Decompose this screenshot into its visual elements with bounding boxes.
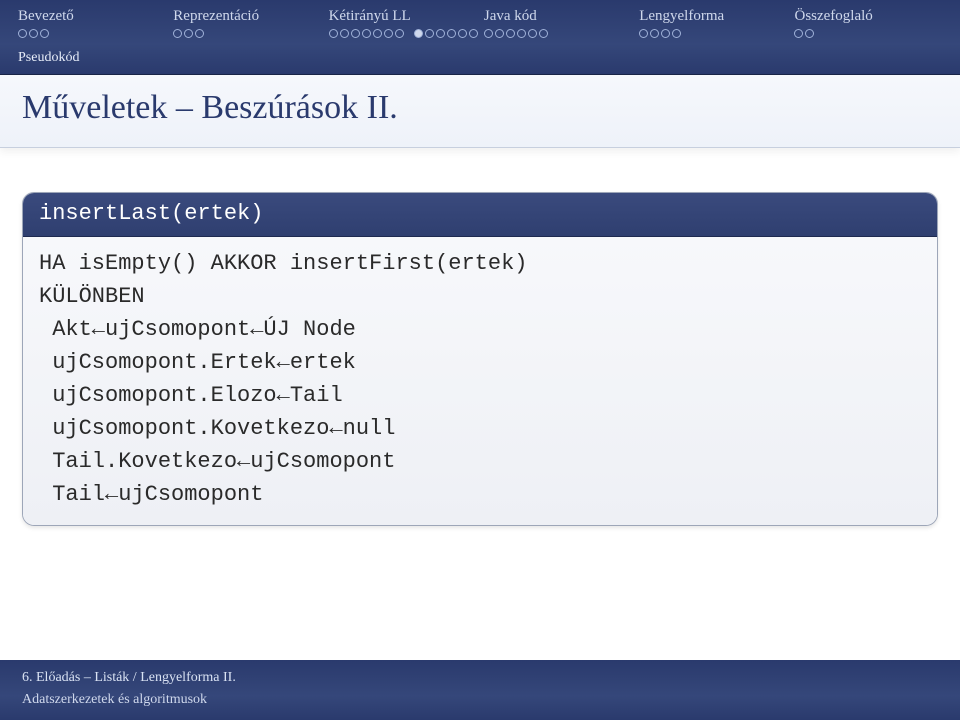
footer-lecture: 6. Előadás – Listák / Lengyelforma II.: [22, 670, 938, 686]
nav-item-javakod[interactable]: Java kód: [484, 8, 639, 27]
progress-dot-icon[interactable]: [29, 29, 38, 38]
progress-dot-icon[interactable]: [436, 29, 445, 38]
nav-subsection: Pseudokód: [0, 44, 960, 68]
progress-dot-icon[interactable]: [351, 29, 360, 38]
progress-dot-icon[interactable]: [340, 29, 349, 38]
progress-dot-icon[interactable]: [794, 29, 803, 38]
slide-title: Műveletek – Beszúrások II.: [22, 89, 938, 127]
progress-dot-icon[interactable]: [173, 29, 182, 38]
progress-dot-icon[interactable]: [329, 29, 338, 38]
progress-dot-icon[interactable]: [18, 29, 27, 38]
slide-footer: 6. Előadás – Listák / Lengyelforma II. A…: [0, 660, 960, 720]
nav-item-lengyelforma[interactable]: Lengyelforma: [639, 8, 794, 27]
progress-dot-icon[interactable]: [495, 29, 504, 38]
progress-dot-icon[interactable]: [395, 29, 404, 38]
nav-dots[interactable]: [329, 29, 484, 38]
nav-dots[interactable]: [639, 29, 794, 38]
progress-dot-icon[interactable]: [528, 29, 537, 38]
progress-dot-icon[interactable]: [484, 29, 493, 38]
progress-dot-icon[interactable]: [362, 29, 371, 38]
progress-dot-icon[interactable]: [40, 29, 49, 38]
slide-title-bar: Műveletek – Beszúrások II.: [0, 75, 960, 148]
slide-content: insertLast(ertek) HA isEmpty() AKKOR ins…: [0, 148, 960, 660]
nav-label: Reprezentáció: [173, 8, 259, 24]
progress-dot-icon[interactable]: [661, 29, 670, 38]
progress-dot-icon[interactable]: [447, 29, 456, 38]
pseudocode-block: insertLast(ertek) HA isEmpty() AKKOR ins…: [22, 192, 938, 526]
nav-label: Lengyelforma: [639, 8, 724, 24]
progress-dot-icon[interactable]: [639, 29, 648, 38]
progress-dot-icon[interactable]: [650, 29, 659, 38]
progress-dot-current-icon[interactable]: [414, 29, 423, 38]
slide-header: Bevezető Reprezentáció Kétirányú LL Java…: [0, 0, 960, 75]
progress-dot-icon[interactable]: [805, 29, 814, 38]
progress-dot-icon[interactable]: [195, 29, 204, 38]
progress-dot-icon[interactable]: [672, 29, 681, 38]
progress-dot-icon[interactable]: [506, 29, 515, 38]
nav-item-reprezentacio[interactable]: Reprezentáció: [173, 8, 328, 27]
progress-dot-icon[interactable]: [458, 29, 467, 38]
progress-dot-icon[interactable]: [469, 29, 478, 38]
pseudocode-body: HA isEmpty() AKKOR insertFirst(ertek) KÜ…: [23, 237, 937, 525]
nav-label: Bevezető: [18, 8, 74, 24]
nav-dots-row: [0, 29, 960, 44]
progress-dot-icon[interactable]: [384, 29, 393, 38]
nav-dots[interactable]: [173, 29, 328, 38]
progress-dot-icon[interactable]: [425, 29, 434, 38]
pseudocode-header: insertLast(ertek): [23, 193, 937, 237]
footer-course: Adatszerkezetek és algoritmusok: [22, 692, 938, 708]
nav-dots[interactable]: [18, 29, 173, 38]
nav-label: Kétirányú LL: [329, 8, 411, 24]
nav-dots[interactable]: [794, 29, 942, 38]
nav-dots[interactable]: [484, 29, 639, 38]
progress-dot-icon[interactable]: [517, 29, 526, 38]
nav-item-osszefoglalo[interactable]: Összefoglaló: [794, 8, 942, 27]
nav-label: Java kód: [484, 8, 537, 24]
nav-item-ketiranyu[interactable]: Kétirányú LL: [329, 8, 484, 27]
nav-label: Összefoglaló: [794, 8, 872, 24]
progress-dot-icon[interactable]: [373, 29, 382, 38]
nav-row: Bevezető Reprezentáció Kétirányú LL Java…: [0, 8, 960, 29]
nav-item-bevezeto[interactable]: Bevezető: [18, 8, 173, 27]
progress-dot-icon[interactable]: [539, 29, 548, 38]
progress-dot-icon[interactable]: [184, 29, 193, 38]
